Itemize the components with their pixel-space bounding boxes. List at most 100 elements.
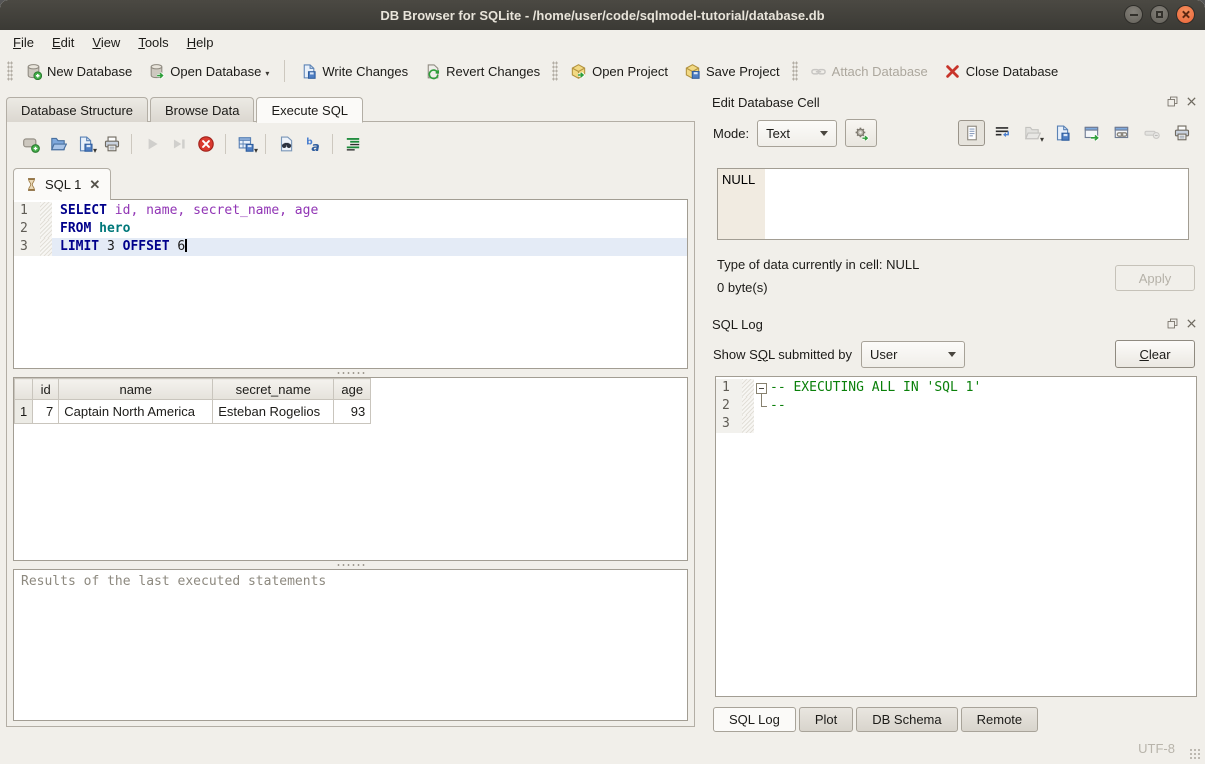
hourglass-icon (24, 177, 39, 192)
open-database-button[interactable]: Open Database▾ (140, 59, 277, 84)
table-cell[interactable]: 7 (33, 400, 59, 424)
save-project-icon (684, 63, 701, 80)
save-project-button[interactable]: Save Project (676, 59, 788, 84)
stop-button[interactable] (192, 131, 219, 157)
close-database-button[interactable]: Close Database (936, 59, 1067, 84)
new-database-icon (25, 63, 42, 80)
toolbar-button-label: Attach Database (832, 64, 928, 79)
sql-token: id, name, secret_name, age (115, 203, 319, 218)
float-dock-button[interactable] (1166, 95, 1180, 109)
dock-tab-db-schema[interactable]: DB Schema (856, 707, 957, 732)
tab-execute-sql[interactable]: Execute SQL (256, 97, 363, 123)
dock-tab-remote[interactable]: Remote (961, 707, 1039, 732)
filter-select[interactable]: User (861, 341, 965, 368)
write-changes-button[interactable]: Write Changes (292, 59, 416, 84)
minimize-button[interactable] (1124, 5, 1143, 24)
revert-changes-button[interactable]: Revert Changes (416, 59, 548, 84)
code-line[interactable]: FROM hero (52, 220, 687, 238)
splitter-handle[interactable] (13, 562, 688, 568)
menu-tools[interactable]: Tools (129, 32, 177, 53)
column-header-id[interactable]: id (33, 379, 59, 400)
chevron-down-icon (948, 352, 956, 357)
dropdown-arrow-icon[interactable]: ▾ (265, 69, 269, 80)
execute-sql-panel: ▾▾ SQL 1 ✕ 1SELECT id, name, secret_name… (6, 121, 695, 727)
fold-marker-icon[interactable] (754, 397, 770, 415)
close-icon (1185, 95, 1198, 108)
execute-all-icon (143, 135, 161, 153)
text-mode-button[interactable] (958, 120, 985, 146)
auto-switch-mode-button[interactable] (845, 119, 877, 147)
sql-log-view[interactable]: 1-- EXECUTING ALL IN 'SQL 1'2--3 (715, 376, 1197, 697)
sql-token: 6 (177, 239, 185, 254)
menu-help[interactable]: Help (178, 32, 223, 53)
code-line[interactable]: SELECT id, name, secret_name, age (52, 202, 687, 220)
print-button[interactable] (98, 131, 125, 157)
tab-label: Execute SQL (271, 103, 348, 118)
line-number: 3 (716, 415, 742, 433)
new-tab-button[interactable] (17, 131, 44, 157)
revert-changes-icon (424, 63, 441, 80)
sql-log-header: SQL Log (712, 314, 1199, 334)
menu-view[interactable]: View (83, 32, 129, 53)
code-line[interactable]: LIMIT 3 OFFSET 6 (52, 238, 687, 256)
sql-editor[interactable]: 1SELECT id, name, secret_name, age2FROM … (13, 199, 688, 369)
table-cell[interactable]: Captain North America (59, 400, 213, 424)
tab-browse-data[interactable]: Browse Data (150, 97, 254, 122)
open-project-button[interactable]: Open Project (562, 59, 676, 84)
column-header-name[interactable]: name (59, 379, 213, 400)
open-external-icon (1083, 124, 1101, 142)
fold-marker-icon[interactable] (754, 379, 770, 397)
replace-icon (304, 135, 322, 153)
find-button[interactable] (272, 131, 299, 157)
clear-button[interactable]: Clear (1115, 340, 1195, 368)
dropdown-arrow-icon[interactable]: ▾ (93, 146, 97, 157)
tab-database-structure[interactable]: Database Structure (6, 97, 148, 122)
resize-grip[interactable] (1189, 748, 1202, 761)
save-results-button[interactable]: ▾ (232, 131, 259, 157)
results-grid[interactable]: idnamesecret_nameage17Captain North Amer… (13, 377, 688, 561)
find-icon (277, 135, 295, 153)
mode-select[interactable]: Text (757, 120, 837, 147)
maximize-button[interactable] (1150, 5, 1169, 24)
table-row: 17Captain North AmericaEsteban Rogelios9… (15, 400, 371, 424)
close-dock-button[interactable] (1185, 95, 1199, 109)
column-header-secret-name[interactable]: secret_name (213, 379, 334, 400)
cell-editor-toolbar: ▾ (958, 120, 1195, 146)
close-button[interactable] (1176, 5, 1195, 24)
dock-tab-sql-log[interactable]: SQL Log (713, 707, 796, 732)
dropdown-arrow-icon[interactable]: ▾ (254, 146, 258, 157)
copy-link-button[interactable] (1108, 120, 1135, 146)
import-text-button: ▾ (1018, 120, 1045, 146)
column-header-age[interactable]: age (334, 379, 371, 400)
menu-file[interactable]: File (4, 32, 43, 53)
format-button[interactable] (339, 131, 366, 157)
close-icon (1185, 317, 1198, 330)
row-header-cell[interactable]: 1 (15, 400, 33, 424)
save-sql-file-button[interactable]: ▾ (71, 131, 98, 157)
set-null-icon (1143, 124, 1161, 142)
table-cell[interactable]: 93 (334, 400, 371, 424)
close-dock-button[interactable] (1185, 317, 1199, 331)
menu-edit[interactable]: Edit (43, 32, 83, 53)
edit-cell-toolbar-row: Mode: Text ▾ (713, 118, 1195, 148)
float-dock-button[interactable] (1166, 317, 1180, 331)
mode-value: Text (766, 126, 790, 141)
replace-button[interactable] (299, 131, 326, 157)
cell-editor[interactable]: NULL (717, 168, 1189, 240)
maximize-icon (1156, 11, 1163, 18)
open-external-button[interactable] (1078, 120, 1105, 146)
sql-editor-tab[interactable]: SQL 1 ✕ (13, 168, 111, 200)
word-wrap-button[interactable] (988, 120, 1015, 146)
close-tab-icon[interactable]: ✕ (87, 177, 100, 193)
print-icon (103, 135, 121, 153)
dock-tab-plot[interactable]: Plot (799, 707, 853, 732)
corner-header-cell[interactable] (15, 379, 33, 400)
table-cell[interactable]: Esteban Rogelios (213, 400, 334, 424)
attach-database-button: Attach Database (802, 59, 936, 84)
print-button[interactable] (1168, 120, 1195, 146)
open-sql-file-button[interactable] (44, 131, 71, 157)
line-number: 1 (716, 379, 742, 397)
export-text-button[interactable] (1048, 120, 1075, 146)
splitter-handle[interactable] (13, 370, 688, 376)
new-database-button[interactable]: New Database (17, 59, 140, 84)
